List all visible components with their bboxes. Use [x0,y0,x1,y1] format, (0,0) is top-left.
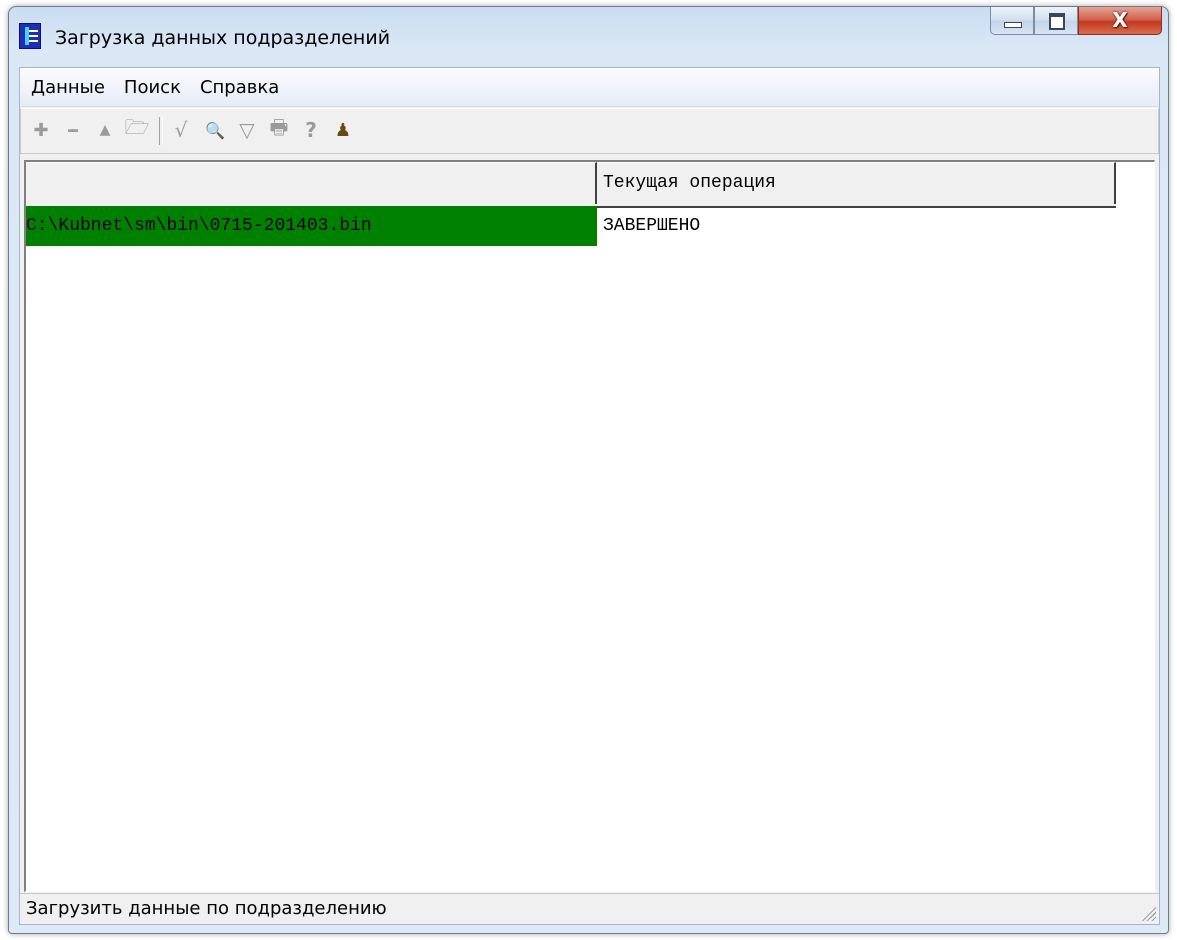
search-button[interactable]: 🔍 [203,118,227,142]
resize-grip-icon[interactable] [1140,905,1156,921]
print-icon: 🖶 [269,115,289,139]
main-window: Загрузка данных подразделений X Данные П… [8,6,1169,934]
remove-button[interactable]: ━ [61,118,85,142]
menu-bar: Данные Поиск Справка [20,68,1159,107]
menu-data[interactable]: Данные [23,77,113,98]
file-path-cell[interactable]: C:\Kubnet\sm\bin\0715-201403.bin [26,206,597,246]
operations-grid[interactable]: Текущая операция C:\Kubnet\sm\bin\0715-2… [24,160,1155,892]
column-header-current-operation[interactable]: Текущая операция [597,162,1116,204]
toolbar: ✚ ━ ▲ 🗁 √ 🔍 ▽ 🖶 ? ♟ [20,108,1159,154]
toolbar-separator [159,117,163,145]
filter-icon: ▽ [239,118,255,142]
close-button[interactable]: X [1078,7,1162,35]
app-document-icon[interactable] [19,23,41,49]
table-row[interactable]: C:\Kubnet\sm\bin\0715-201403.bin ЗАВЕРШЕ… [26,206,1116,248]
open-folder-icon: 🗁 [124,115,150,139]
exit-button[interactable]: ♟ [331,118,355,142]
move-up-icon: ▲ [99,122,111,138]
help-button[interactable]: ? [299,118,323,142]
binoculars-search-icon: 🔍 [205,120,225,140]
exit-icon: ♟ [334,119,352,141]
title-bar[interactable]: Загрузка данных подразделений X [9,7,1168,67]
menu-help[interactable]: Справка [192,77,287,98]
add-button[interactable]: ✚ [29,118,53,142]
status-text: Загрузить данные по подразделению [26,898,387,919]
open-folder-button[interactable]: 🗁 [125,115,150,142]
minimize-icon [1004,22,1022,28]
maximize-icon [1049,13,1065,30]
column-header-file[interactable] [26,162,597,204]
check-icon: √ [174,118,188,142]
close-icon: X [1112,8,1128,32]
window-title: Загрузка данных подразделений [55,27,391,49]
print-button[interactable]: 🖶 [267,115,291,142]
client-area: Данные Поиск Справка ✚ ━ ▲ 🗁 √ 🔍 ▽ 🖶 ? ♟… [19,67,1160,925]
menu-search[interactable]: Поиск [116,77,189,98]
operation-status-cell[interactable]: ЗАВЕРШЕНО [597,206,1116,246]
add-icon: ✚ [33,119,49,141]
help-icon: ? [305,118,317,142]
maximize-button[interactable] [1034,7,1078,35]
caption-buttons: X [990,7,1162,37]
check-button[interactable]: √ [169,118,193,142]
move-up-button[interactable]: ▲ [93,118,117,142]
remove-icon: ━ [68,120,78,140]
filter-button[interactable]: ▽ [235,118,259,142]
status-bar: Загрузить данные по подразделению [20,893,1159,924]
grid-header: Текущая операция [26,162,1116,208]
minimize-button[interactable] [990,7,1034,35]
